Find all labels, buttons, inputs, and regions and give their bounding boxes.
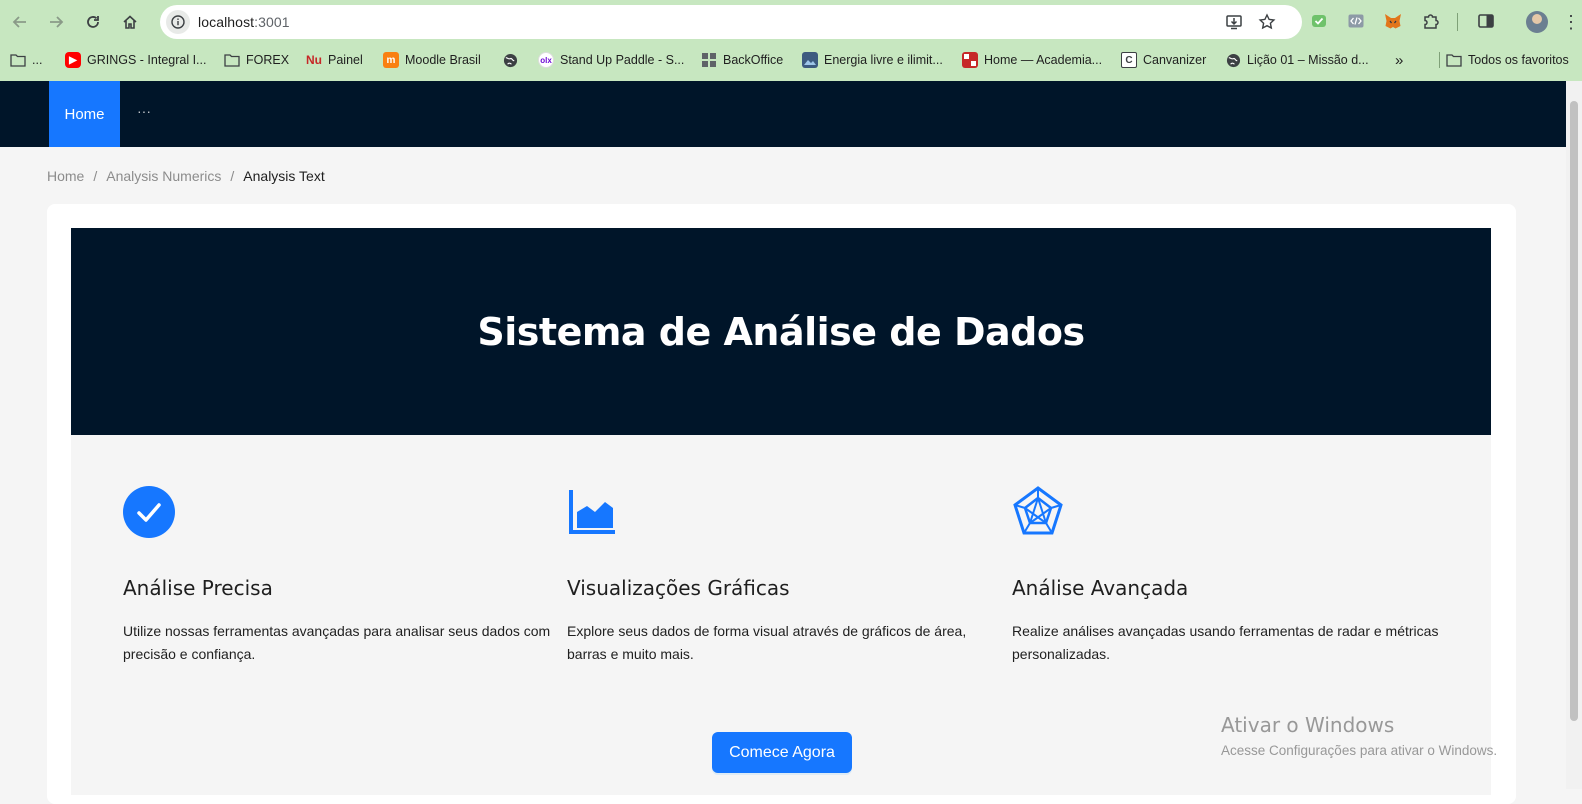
all-bookmarks-folder[interactable]: Todos os favoritos [1446, 50, 1569, 70]
feature-card: Visualizações Gráficas Explore seus dado… [567, 486, 997, 666]
hero-banner: Sistema de Análise de Dados [71, 228, 1491, 435]
browser-toolbar: localhost:3001 ⋮ [0, 0, 1582, 44]
bookmark-label: Stand Up Paddle - S... [560, 53, 685, 67]
profile-avatar[interactable] [1526, 11, 1548, 33]
folder-icon [10, 52, 26, 68]
bookmark-item[interactable]: Home — Academia... [962, 50, 1102, 70]
breadcrumb-separator: / [230, 168, 235, 184]
watermark-subtitle: Acesse Configurações para ativar o Windo… [1221, 743, 1498, 758]
back-icon[interactable] [7, 9, 33, 35]
metamask-fox-icon[interactable] [1383, 11, 1403, 31]
feature-title: Análise Precisa [123, 576, 273, 600]
bookmark-label: BackOffice [723, 53, 784, 67]
overflow-chevron-icon: » [1395, 51, 1404, 69]
scrollbar-thumb[interactable] [1570, 101, 1578, 721]
feature-description: Realize análises avançadas usando ferram… [1012, 623, 1439, 662]
youtube-icon: ▶ [65, 52, 81, 68]
bookmark-label: Energia livre e ilimit... [824, 53, 943, 67]
bookmark-item[interactable]: Energia livre e ilimit... [802, 50, 943, 70]
feature-card: Análise Avançada Realize análises avança… [1012, 486, 1442, 666]
bookmark-label: ... [32, 53, 43, 67]
bookmark-label: Moodle Brasil [405, 53, 481, 67]
olx-icon: olx [538, 52, 554, 68]
extension-code-icon[interactable] [1346, 11, 1366, 31]
check-circle-icon [123, 486, 175, 538]
grid-icon [701, 52, 717, 68]
bookmark-item[interactable]: ▶ GRINGS - Integral I... [65, 50, 206, 70]
bookmark-label: GRINGS - Integral I... [87, 53, 207, 67]
browser-menu-icon[interactable]: ⋮ [1562, 11, 1580, 33]
address-bar[interactable]: localhost:3001 [160, 5, 1302, 39]
browser-chrome: localhost:3001 ⋮ ... ▶ GRINGS - Integral… [0, 0, 1582, 81]
radar-chart-icon [1012, 486, 1064, 538]
bookmark-label: Painel [328, 53, 363, 67]
get-started-button[interactable]: Comece Agora [712, 732, 852, 773]
page-scrollbar[interactable] [1566, 81, 1582, 789]
academia-icon [962, 52, 978, 68]
feature-card: Análise Precisa Utilize nossas ferrament… [123, 486, 553, 666]
reload-icon[interactable] [80, 9, 106, 35]
breadcrumb-analysis-text: Analysis Text [243, 168, 325, 184]
moodle-icon: m [383, 52, 399, 68]
app-header: Home ··· [0, 81, 1566, 147]
folder-icon [1446, 52, 1462, 68]
site-info-icon[interactable] [166, 10, 190, 34]
bookmark-item[interactable]: C Canvanizer [1121, 50, 1206, 70]
feature-description: Explore seus dados de forma visual atrav… [567, 623, 967, 662]
url-text[interactable]: localhost:3001 [198, 14, 290, 30]
globe-icon [502, 52, 518, 68]
nav-overflow-icon[interactable]: ··· [134, 103, 154, 123]
home-icon[interactable] [117, 9, 143, 35]
bookmark-label: Home — Academia... [984, 53, 1103, 67]
forward-icon[interactable] [43, 9, 69, 35]
bookmarks-overflow-button[interactable]: » [1395, 50, 1403, 70]
breadcrumb: Home / Analysis Numerics / Analysis Text [47, 166, 325, 186]
nubank-icon: Nu [306, 53, 322, 67]
all-bookmarks-label: Todos os favoritos [1468, 53, 1569, 67]
area-chart-icon [567, 486, 619, 538]
bookmark-item[interactable] [502, 50, 518, 70]
breadcrumb-home[interactable]: Home [47, 168, 84, 184]
feature-title: Análise Avançada [1012, 576, 1189, 600]
bookmarks-separator [1439, 52, 1440, 68]
bookmark-item[interactable]: FOREX [224, 50, 289, 70]
bookmark-item[interactable]: ... [10, 50, 42, 70]
feature-title: Visualizações Gráficas [567, 576, 790, 600]
extension-check-icon[interactable] [1309, 11, 1329, 31]
windows-activation-watermark: Ativar o Windows Acesse Configurações pa… [1221, 713, 1497, 758]
image-icon [802, 52, 818, 68]
breadcrumb-analysis-numerics[interactable]: Analysis Numerics [106, 168, 221, 184]
side-panel-icon[interactable] [1476, 11, 1496, 31]
bookmark-label: Lição 01 – Missão d... [1247, 53, 1369, 67]
canvanizer-icon: C [1121, 52, 1137, 68]
bookmarks-bar: ... ▶ GRINGS - Integral I... FOREX Nu Pa… [0, 46, 1582, 74]
bookmark-label: Canvanizer [1143, 53, 1207, 67]
extensions-puzzle-icon[interactable] [1421, 11, 1441, 31]
feature-description: Utilize nossas ferramentas avançadas par… [123, 623, 551, 662]
bookmark-item[interactable]: Lição 01 – Missão d... [1225, 50, 1369, 70]
breadcrumb-separator: / [93, 168, 98, 184]
bookmark-item[interactable]: BackOffice [701, 50, 783, 70]
watermark-title: Ativar o Windows [1221, 713, 1395, 737]
toolbar-separator [1457, 13, 1458, 31]
globe-icon [1225, 52, 1241, 68]
bookmark-label: FOREX [246, 53, 290, 67]
url-host: localhost [198, 14, 255, 30]
hero-title: Sistema de Análise de Dados [477, 309, 1085, 354]
nav-item-home[interactable]: Home [49, 81, 120, 147]
bookmark-item[interactable]: Nu Painel [306, 50, 363, 70]
folder-icon [224, 52, 240, 68]
bookmark-star-icon[interactable] [1257, 12, 1277, 32]
bookmark-item[interactable]: m Moodle Brasil [383, 50, 481, 70]
bookmark-item[interactable]: olx Stand Up Paddle - S... [538, 50, 684, 70]
url-port: :3001 [254, 14, 290, 30]
install-app-icon[interactable] [1224, 12, 1244, 32]
